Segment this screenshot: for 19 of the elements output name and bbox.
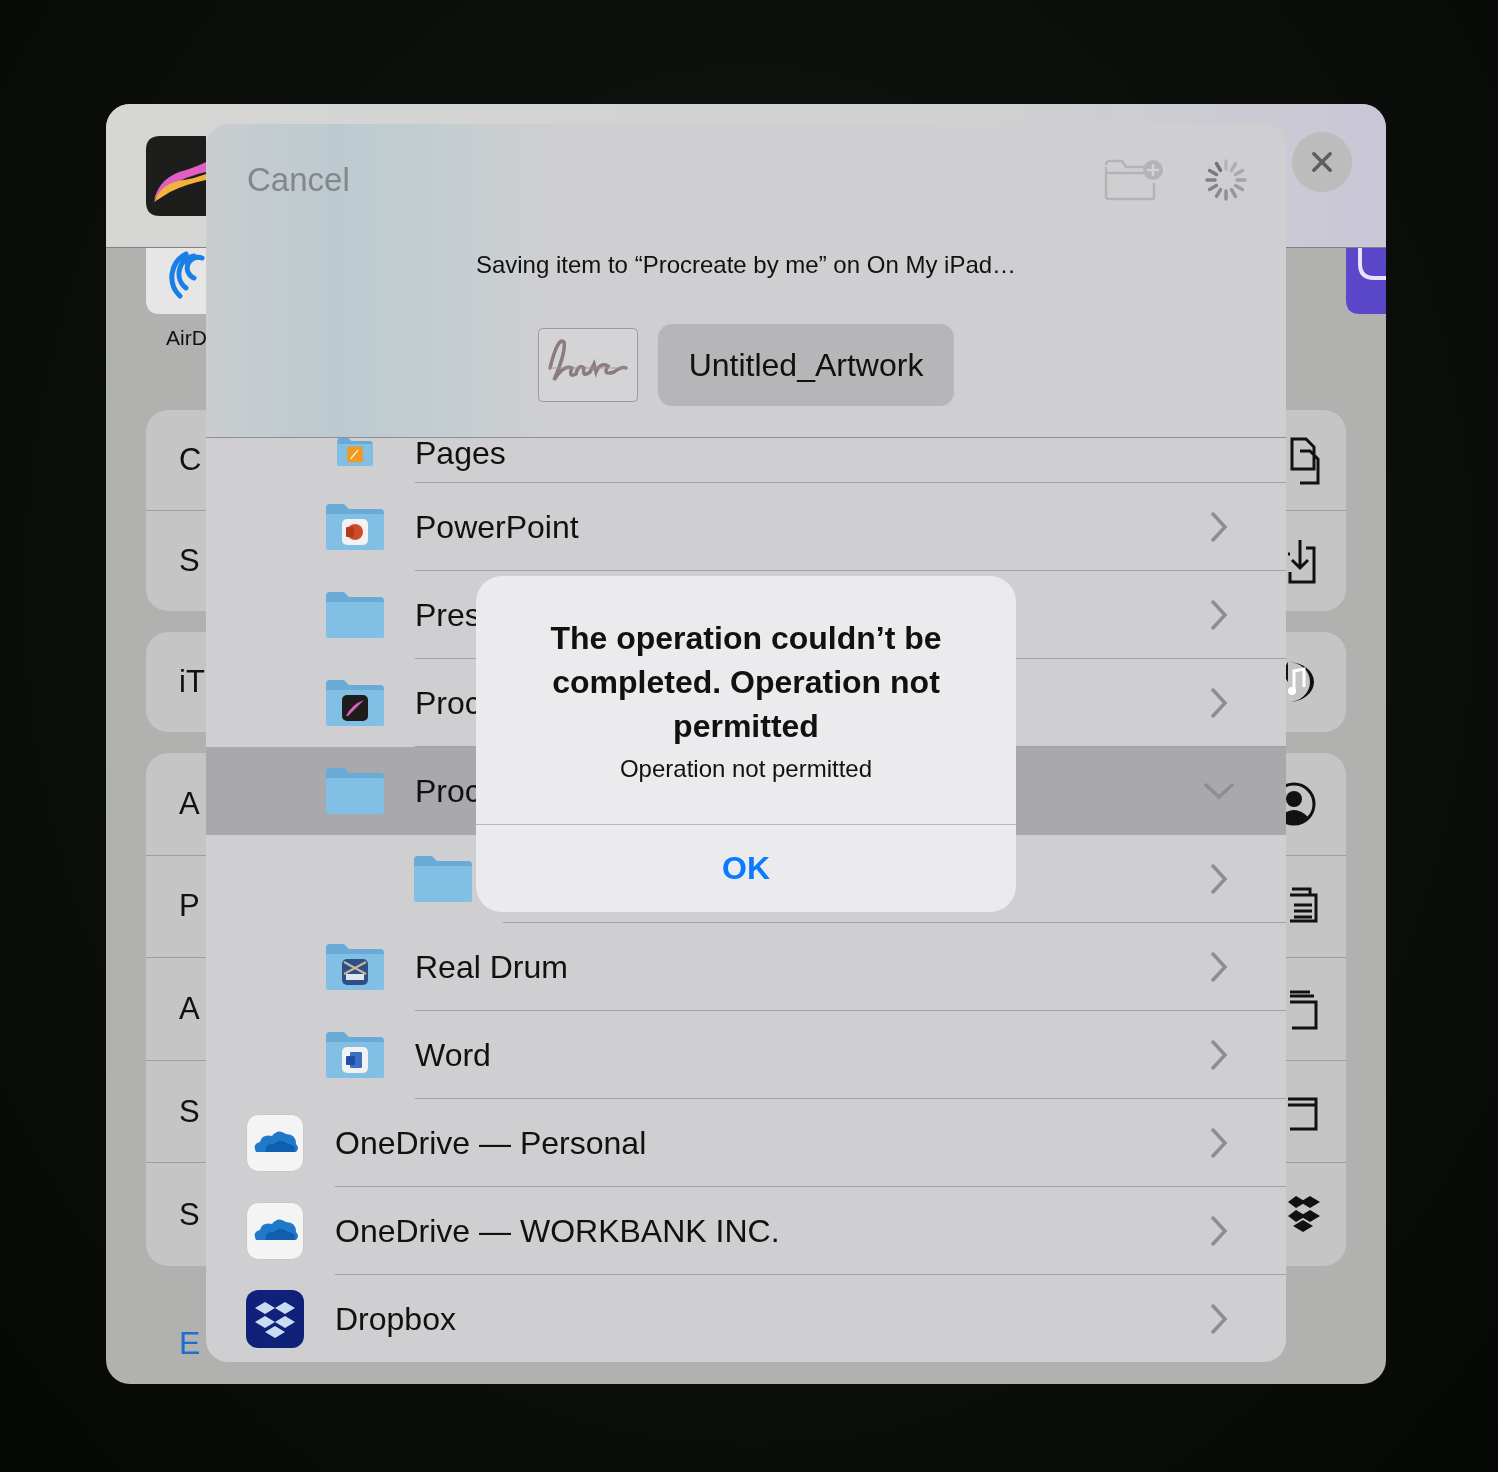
action-label: S [179,543,200,579]
status-text: Saving item to “Procreate by me” on On My iPad… [474,250,1018,280]
location-label: Real Drum [415,947,568,987]
action-label: S [179,1196,200,1233]
alert-message: Operation not permitted [618,754,874,784]
action-label: S [179,1093,200,1130]
action-label: A [179,991,200,1027]
action-label: A [179,785,200,822]
location-label: OneDrive — Personal [335,1123,647,1163]
action-label: iT [179,664,205,700]
location-label: Dropbox [335,1299,456,1339]
location-label: PowerPoint [415,507,579,547]
app-label: AirD [166,326,207,350]
alert-title: The operation couldn’t be completed. Operation not permitted [549,619,943,746]
location-label: Pages [415,438,506,472]
location-label: OneDrive — WORKBANK INC. [335,1211,780,1251]
action-label: C [179,442,202,478]
action-label: P [179,888,200,925]
location-label: Word [415,1035,491,1075]
